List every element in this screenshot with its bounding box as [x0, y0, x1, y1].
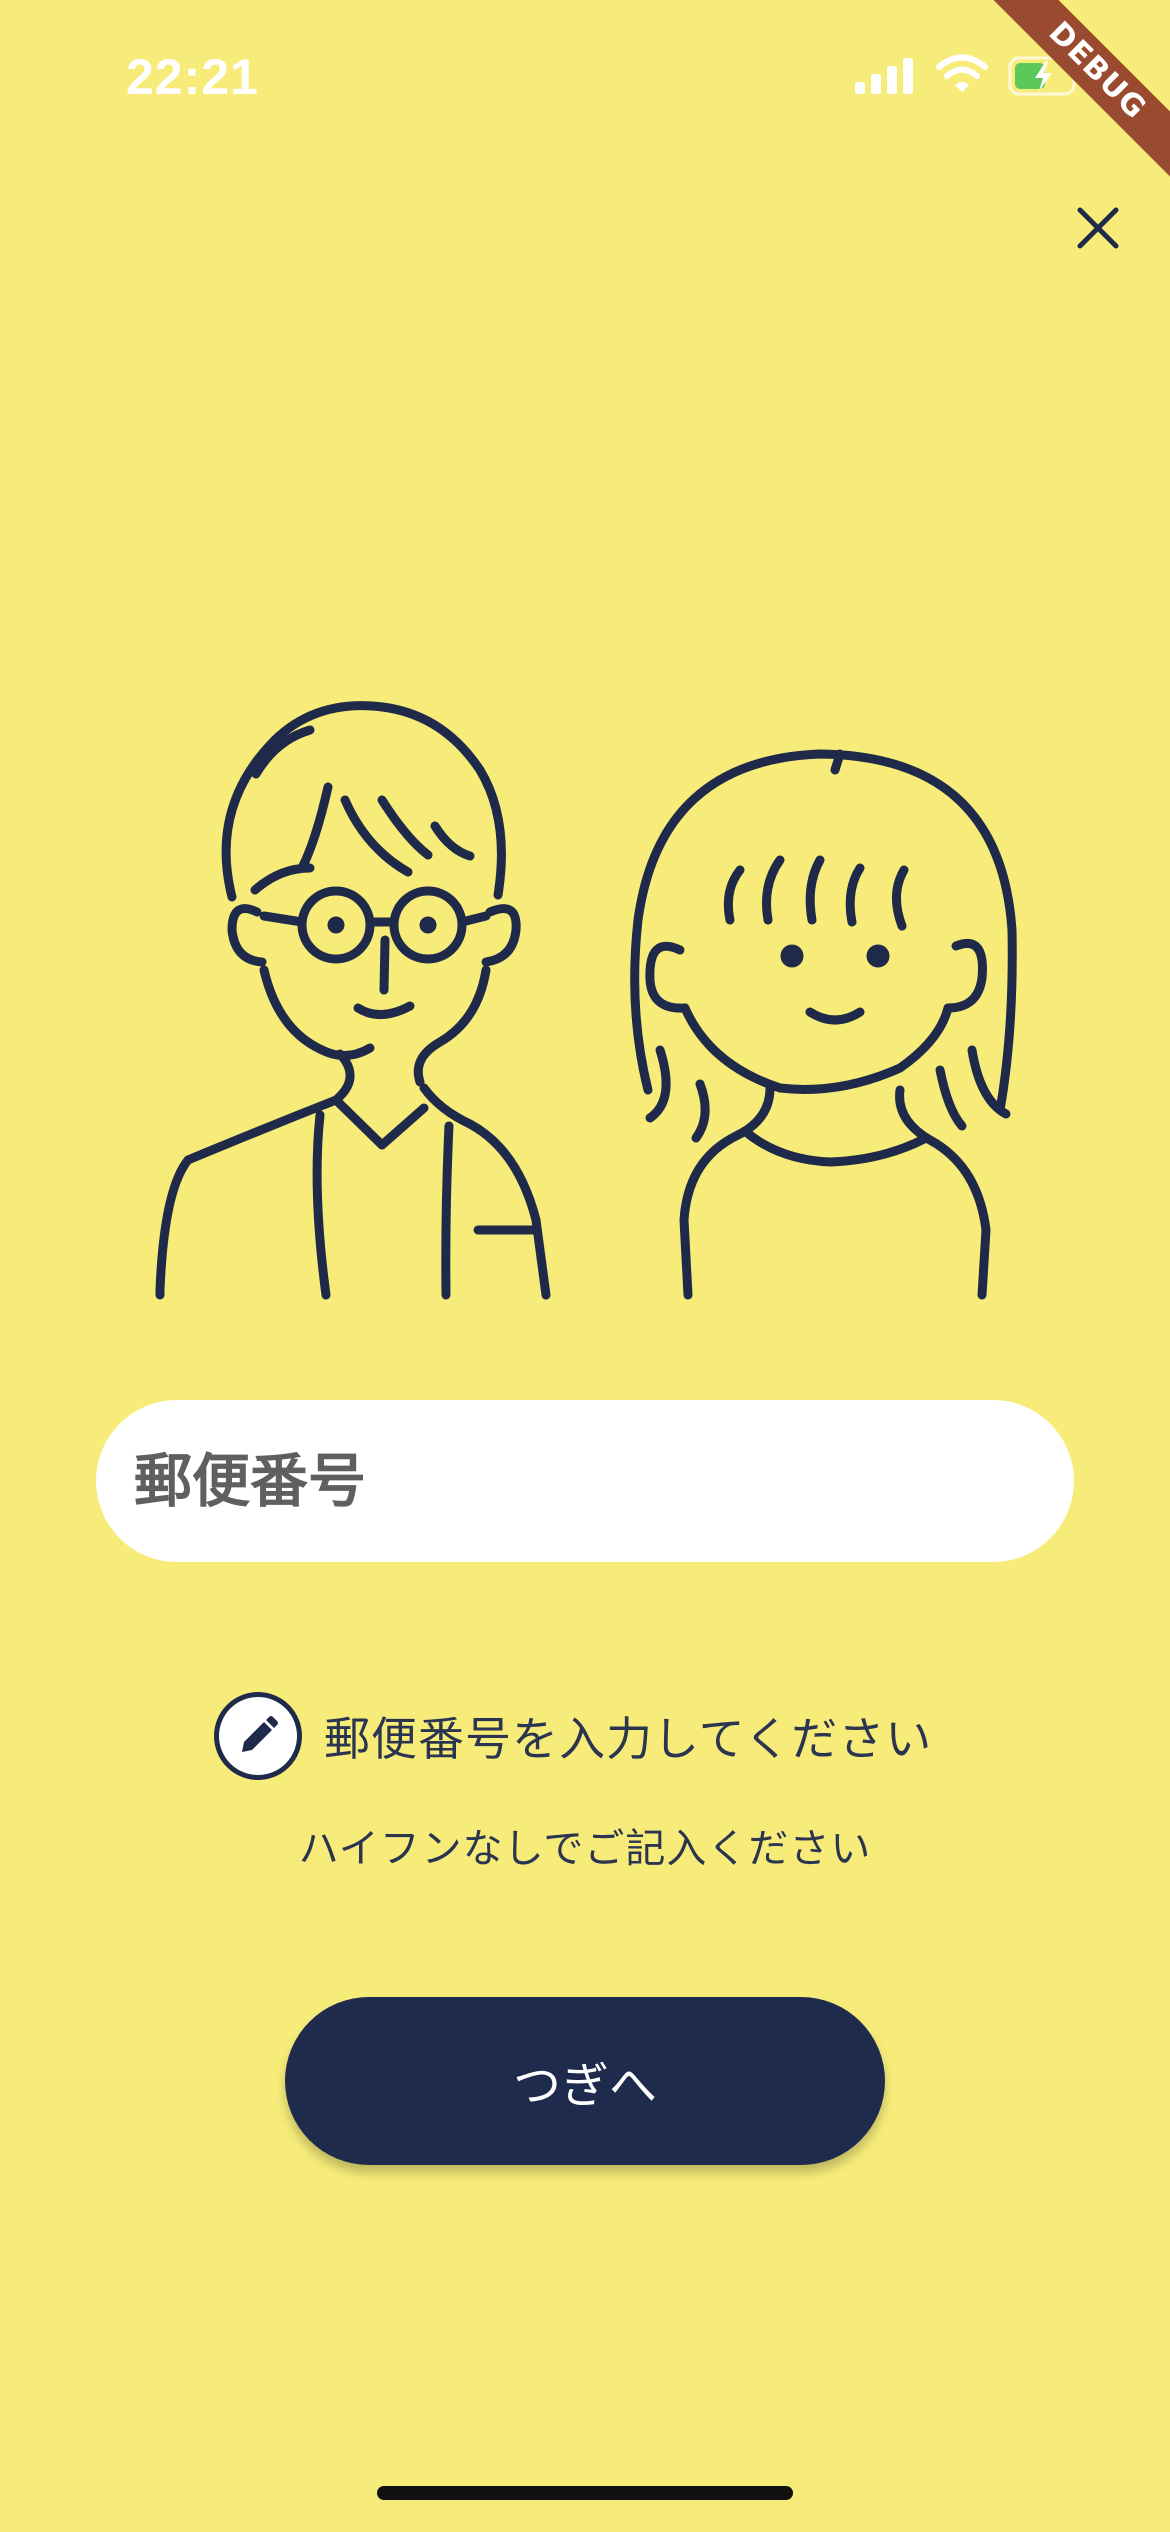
cellular-signal-icon — [855, 58, 913, 94]
wifi-icon — [936, 54, 988, 92]
home-indicator[interactable] — [377, 2486, 793, 2500]
close-button[interactable] — [1066, 196, 1130, 260]
postal-code-input[interactable] — [132, 1446, 1036, 1516]
pencil-icon — [242, 1716, 278, 1752]
couple-illustration — [155, 701, 1017, 1300]
status-time: 22:21 — [126, 49, 259, 105]
pencil-badge — [214, 1692, 302, 1780]
hint-main-text: 郵便番号を入力してください — [324, 1712, 933, 1766]
next-button[interactable]: つぎへ — [285, 1997, 885, 2165]
close-icon — [1077, 207, 1119, 249]
hint-row: 郵便番号を入力してください — [214, 1688, 932, 1784]
postal-code-field[interactable] — [96, 1400, 1074, 1562]
hint-sub-text: ハイフンなしでご記入ください — [298, 1826, 872, 1872]
status-bar: 22:21 — [0, 0, 1170, 150]
